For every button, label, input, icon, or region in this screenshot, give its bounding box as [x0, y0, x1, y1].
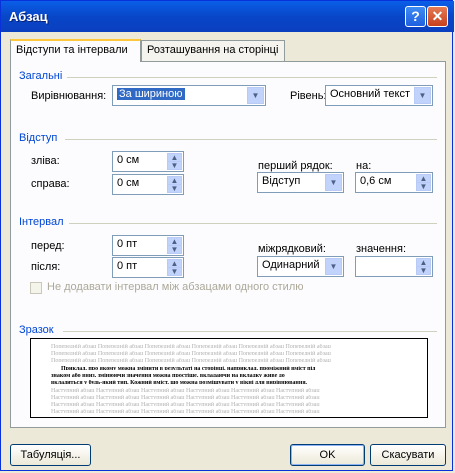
preview-next-line: Наступний абзац Наступний абзац Наступни…	[51, 402, 320, 406]
spacing-before-label: перед:	[31, 240, 65, 252]
preview-next-line: Наступний абзац Наступний абзац Наступни…	[51, 409, 320, 413]
paragraph-preview: Попередній абзац Попередній абзац Попере…	[30, 338, 428, 418]
line-spacing-select[interactable]: Одинарний ▼	[257, 256, 344, 277]
indent-by-spinner[interactable]: 0,6 см ▲ ▼	[355, 172, 433, 193]
spin-down-icon[interactable]: ▼	[167, 184, 182, 193]
by-label: на:	[356, 160, 372, 172]
tab-indents-spacing[interactable]: Відступи та інтервали	[10, 39, 141, 62]
chevron-down-icon[interactable]: ▼	[325, 258, 342, 275]
preview-main-line: Приклад, про якому можна змінити в резул…	[61, 366, 316, 370]
spin-down-icon[interactable]: ▼	[416, 266, 431, 275]
level-value: Основний текст	[330, 88, 411, 100]
preview-next-line: Наступний абзац Наступний абзац Наступни…	[51, 388, 320, 392]
line-spacing-value: Одинарний	[262, 259, 320, 271]
preview-main-line: знаком або вниз, змінюючи значення можна…	[51, 373, 285, 377]
close-button[interactable]: ✕	[427, 6, 448, 27]
paragraph-dialog: Абзац ? ✕ Відступи та інтервали Розташув…	[0, 0, 454, 471]
preview-prev-line: Попередній абзац Попередній абзац Попере…	[51, 351, 331, 355]
ok-button[interactable]: OK	[290, 444, 365, 466]
level-select[interactable]: Основний текст ▼	[325, 85, 433, 106]
indent-right-label: справа:	[31, 178, 70, 190]
indent-left-label: зліва:	[31, 155, 60, 167]
indent-left-value: 0 см	[117, 154, 140, 166]
alignment-select[interactable]: За шириною ▼	[112, 85, 266, 106]
no-space-checkbox-label: Не додавати інтервал між абзацами одного…	[47, 281, 304, 293]
preview-next-line: Наступний абзац Наступний абзац Наступни…	[51, 395, 320, 399]
divider	[63, 331, 437, 332]
alignment-label: Вирівнювання:	[31, 90, 107, 102]
first-line-value: Відступ	[262, 175, 301, 187]
at-label: значення:	[356, 243, 407, 255]
spin-down-icon[interactable]: ▼	[167, 161, 182, 170]
spin-down-icon[interactable]: ▼	[167, 245, 182, 254]
spacing-after-label: після:	[31, 261, 61, 273]
level-label: Рівень:	[290, 90, 327, 102]
spacing-before-spinner[interactable]: 0 пт ▲ ▼	[112, 235, 184, 256]
indent-right-value: 0 см	[117, 177, 140, 189]
chevron-down-icon[interactable]: ▼	[325, 174, 342, 191]
chevron-down-icon[interactable]: ▼	[247, 87, 264, 104]
spacing-at-spinner[interactable]: ▲ ▼	[355, 256, 433, 277]
tab-panel: Загальні Вирівнювання: За шириною ▼ Ріве…	[10, 61, 446, 428]
spacing-after-value: 0 пт	[117, 260, 138, 272]
dialog-title: Абзац	[9, 9, 48, 24]
indent-right-spinner[interactable]: 0 см ▲ ▼	[112, 174, 184, 195]
divider	[67, 77, 437, 78]
spacing-before-value: 0 пт	[117, 238, 138, 250]
no-space-checkbox[interactable]	[30, 282, 42, 294]
section-preview: Зразок	[19, 324, 54, 336]
tab-page-layout[interactable]: Розташування на сторінці	[141, 40, 285, 61]
section-indent: Відступ	[19, 132, 58, 144]
indent-by-value: 0,6 см	[360, 175, 392, 187]
title-bar[interactable]: Абзац ? ✕	[1, 1, 454, 32]
spin-down-icon[interactable]: ▼	[167, 267, 182, 276]
preview-prev-line: Попередній абзац Попередній абзац Попере…	[51, 358, 331, 362]
first-line-select[interactable]: Відступ ▼	[257, 172, 344, 193]
cancel-button[interactable]: Скасувати	[370, 444, 446, 466]
chevron-down-icon[interactable]: ▼	[414, 87, 431, 104]
spin-down-icon[interactable]: ▼	[416, 182, 431, 191]
preview-prev-line: Попередній абзац Попередній абзац Попере…	[51, 344, 331, 348]
divider	[65, 139, 437, 140]
help-button[interactable]: ?	[405, 6, 426, 27]
divider	[69, 223, 437, 224]
line-spacing-label: міжрядковий:	[258, 243, 326, 255]
section-general: Загальні	[19, 70, 63, 82]
indent-left-spinner[interactable]: 0 см ▲ ▼	[112, 151, 184, 172]
preview-main-line: вкладиться у будь-який тип. Кожний вміст…	[51, 380, 308, 384]
section-spacing: Інтервал	[19, 216, 64, 228]
first-line-label: перший рядок:	[258, 160, 333, 172]
spacing-after-spinner[interactable]: 0 пт ▲ ▼	[112, 257, 184, 278]
tabs-button[interactable]: Табуляція...	[10, 444, 91, 466]
alignment-value: За шириною	[117, 88, 185, 100]
